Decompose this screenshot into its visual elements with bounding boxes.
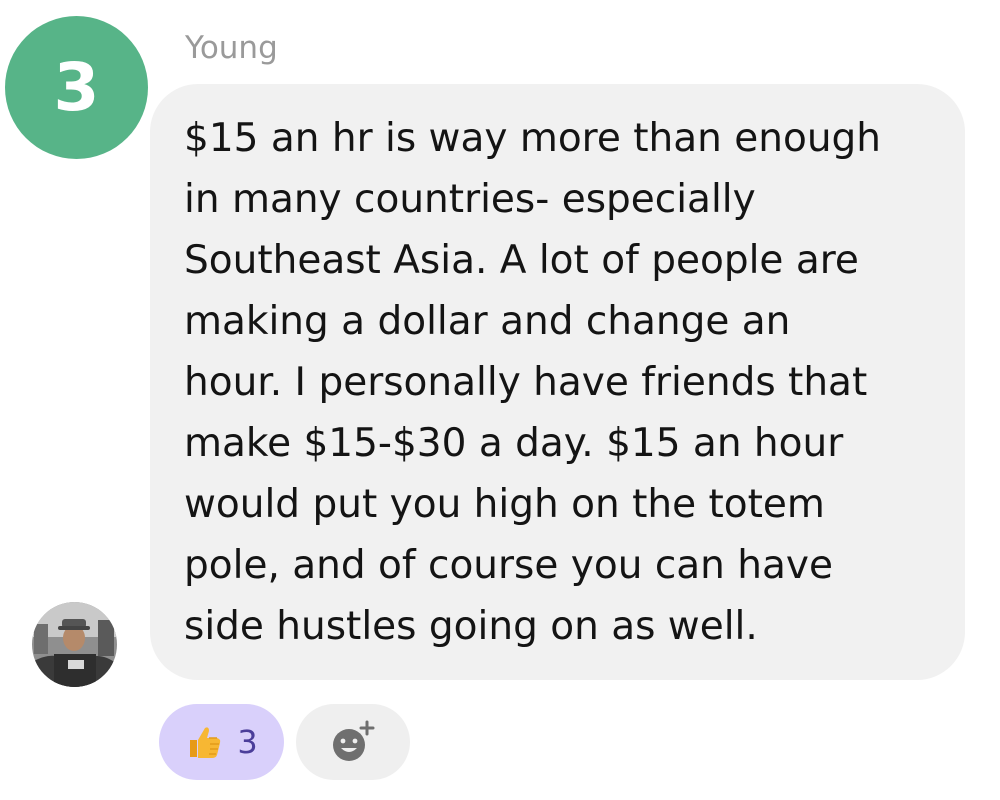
add-reaction-button[interactable]	[296, 704, 410, 780]
message-line: Southeast Asia. A lot of people are	[184, 238, 859, 283]
avatar-image	[32, 602, 117, 687]
message-line: in many countries- especially	[184, 177, 756, 222]
sender-name: Young	[185, 30, 278, 66]
message-text: $15 an hr is way more than enough in man…	[184, 108, 945, 657]
message-line: hour. I personally have friends that	[184, 360, 868, 405]
message-line: side hustles going on as well.	[184, 604, 758, 649]
message-line: make $15-$30 a day. $15 an hour	[184, 421, 844, 466]
avatar[interactable]	[32, 602, 117, 687]
message-line: would put you high on the totem	[184, 482, 825, 527]
rank-badge: 3	[5, 16, 148, 159]
message-line: $15 an hr is way more than enough	[184, 116, 882, 161]
message-bubble[interactable]: $15 an hr is way more than enough in man…	[150, 84, 965, 680]
thumbs-up-icon	[190, 727, 221, 758]
chat-message-view: 3 Young $15 an hr is way more than enoug…	[0, 0, 1000, 800]
thumbs-up-reaction-button[interactable]: 3	[159, 704, 284, 780]
add-emoji-icon	[333, 720, 375, 761]
message-line: making a dollar and change an	[184, 299, 791, 344]
message-line: pole, and of course you can have	[184, 543, 833, 588]
reaction-count: 3	[237, 723, 258, 761]
